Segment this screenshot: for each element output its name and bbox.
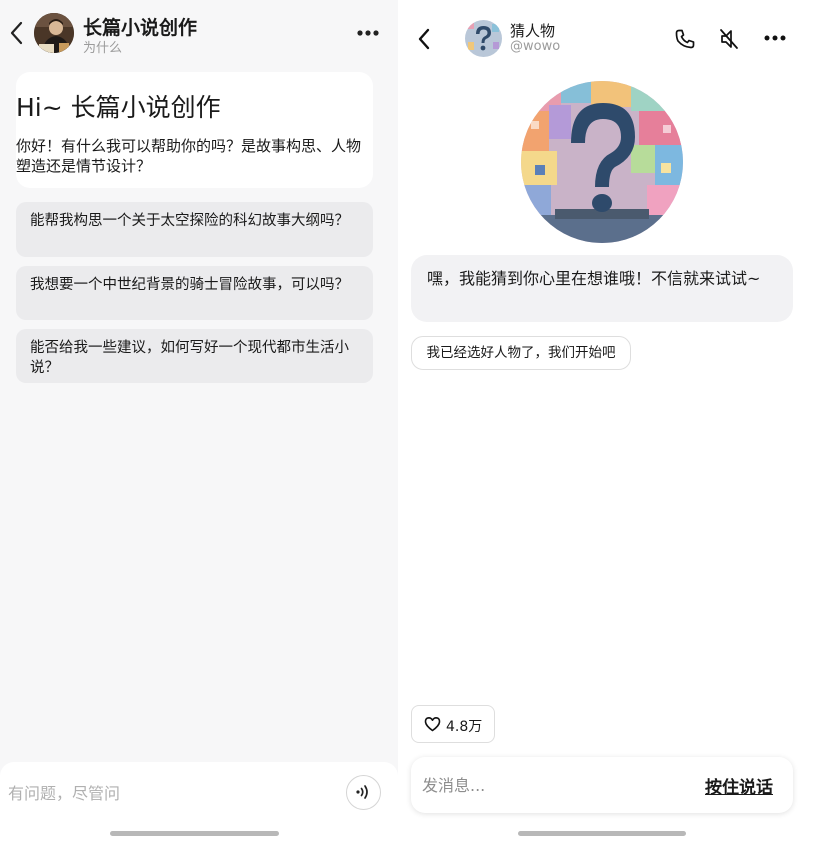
character-handle: @wowo: [510, 39, 561, 54]
left-header: 长篇小说创作 为什么: [0, 0, 398, 66]
bot-message-text: 嘿，我能猜到你心里在想谁哦！不信就来试试~: [427, 269, 761, 288]
suggestion-item[interactable]: 能否给我一些建议，如何写好一个现代都市生活小说？: [16, 329, 373, 383]
like-button[interactable]: 4.8万: [411, 705, 495, 743]
bot-subtitle: 为什么: [83, 41, 123, 56]
speaker-muted-icon[interactable]: [718, 27, 740, 51]
left-input-bar: [0, 762, 398, 845]
quick-reply-chip[interactable]: 我已经选好人物了，我们开始吧: [411, 336, 631, 370]
question-input[interactable]: [8, 782, 328, 804]
back-chevron-icon[interactable]: [416, 27, 432, 51]
bot-avatar[interactable]: [34, 13, 74, 53]
home-indicator: [110, 831, 279, 836]
right-input-bar: 按住说话: [411, 757, 793, 813]
right-chat-pane: 猜人物 @wowo 嘿，我能猜到你心里在想谁哦！不信就来试试~ 我已经选好人物了…: [398, 0, 813, 845]
like-count: 4.8万: [446, 719, 483, 735]
greeting-card: Hi~ 长篇小说创作 你好！有什么我可以帮助你的吗？是故事构思、人物塑造还是情节…: [16, 72, 373, 188]
left-chat-pane: 长篇小说创作 为什么 Hi~ 长篇小说创作 你好！有什么我可以帮助你的吗？是故事…: [0, 0, 398, 845]
push-to-talk-button[interactable]: 按住说话: [705, 773, 773, 798]
question-mark-icon: [465, 20, 502, 57]
suggestion-item[interactable]: 我想要一个中世纪背景的骑士冒险故事，可以吗？: [16, 266, 373, 320]
bot-title: 长篇小说创作: [83, 17, 198, 39]
character-avatar[interactable]: [465, 20, 502, 57]
voice-wave-icon: [356, 785, 368, 799]
message-input[interactable]: [422, 774, 682, 796]
question-mark-mosaic-icon: [521, 81, 683, 243]
character-name: 猜人物: [510, 22, 556, 40]
suggestion-text: 能否给我一些建议，如何写好一个现代都市生活小说？: [30, 340, 349, 376]
bot-message-bubble: 嘿，我能猜到你心里在想谁哦！不信就来试试~: [411, 255, 793, 322]
heart-icon: [424, 717, 441, 732]
greeting-text: 你好！有什么我可以帮助你的吗？是故事构思、人物塑造还是情节设计？: [16, 137, 362, 175]
greeting-title: Hi~ 长篇小说创作: [16, 93, 221, 122]
home-indicator: [518, 831, 686, 836]
more-ellipsis-icon[interactable]: [354, 24, 384, 42]
writer-portrait-icon: [34, 13, 74, 53]
character-hero-image: [521, 81, 683, 243]
voice-button[interactable]: [346, 775, 381, 810]
suggestion-item[interactable]: 能帮我构思一个关于太空探险的科幻故事大纲吗？: [16, 202, 373, 257]
suggestion-text: 我想要一个中世纪背景的骑士冒险故事，可以吗？: [30, 277, 349, 293]
phone-icon[interactable]: [674, 28, 696, 50]
suggestion-text: 能帮我构思一个关于太空探险的科幻故事大纲吗？: [30, 213, 349, 229]
back-chevron-icon[interactable]: [8, 20, 26, 46]
more-ellipsis-icon[interactable]: [762, 30, 788, 46]
